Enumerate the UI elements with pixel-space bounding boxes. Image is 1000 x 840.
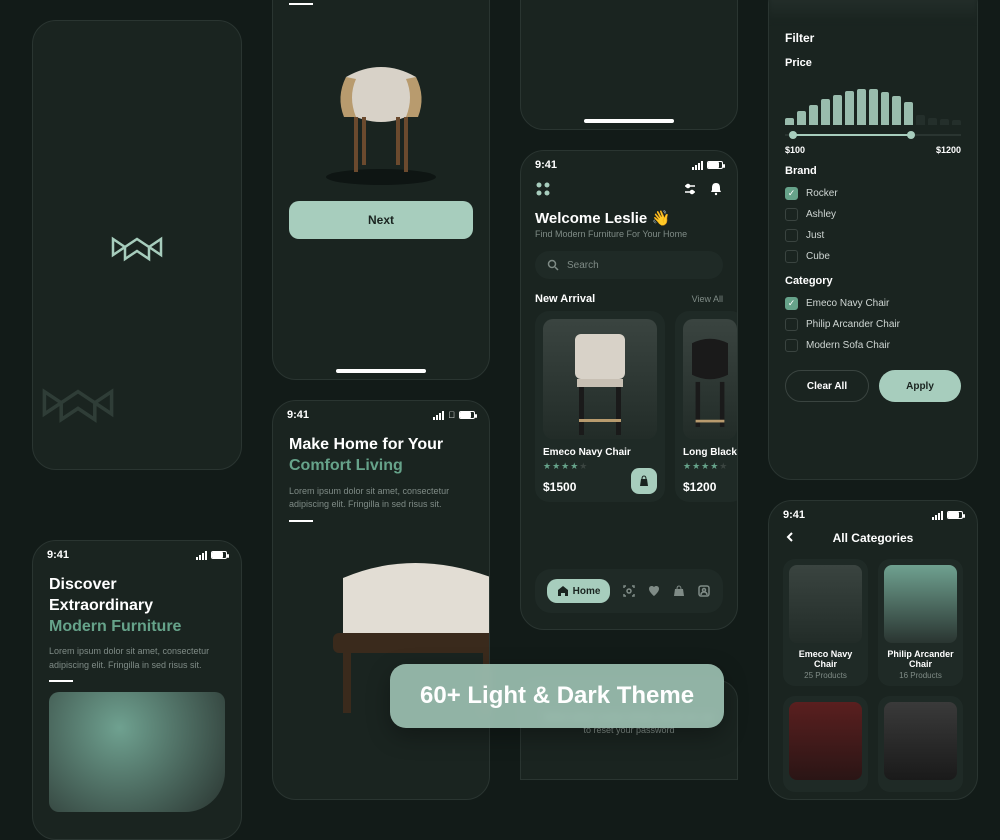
onboarding-screen-2: 9:41 􀙇 Make Home for Your Comfort Living… [272, 400, 490, 800]
back-button[interactable] [783, 530, 797, 547]
wave-emoji-icon: 👋 [651, 209, 670, 227]
product-image [306, 17, 456, 187]
discover-lorem: Lorem ipsum dolor sit amet, consectetur … [33, 645, 241, 672]
clear-all-button[interactable]: Clear All [785, 370, 869, 402]
category-image [789, 565, 862, 643]
status-time: 9:41 [287, 409, 309, 421]
app-logo-icon [109, 225, 165, 265]
home-icon [557, 585, 569, 597]
section-title: New Arrival [535, 293, 595, 305]
category-card[interactable] [783, 696, 868, 792]
product-image [683, 319, 737, 439]
product-rating: ★★★★★ [683, 461, 737, 472]
categories-screen: 9:41 All Categories Emeco Navy Chair 25 … [768, 500, 978, 800]
notification-bell-icon[interactable] [709, 182, 723, 196]
product-name: Emeco Navy Chair [543, 447, 657, 458]
view-all-link[interactable]: View All [692, 294, 723, 304]
register-screen: Don't have an account? Register Now [520, 0, 738, 130]
category-checkbox[interactable]: ✓Emeco Navy Chair [769, 293, 977, 314]
category-card[interactable] [878, 696, 963, 792]
next-button[interactable]: Next [289, 201, 473, 239]
product-card[interactable]: Emeco Navy Chair ★★★★★ $1500 [535, 311, 665, 502]
bottom-tab-bar: Home [535, 569, 723, 613]
discover-screen: 9:41 Discover Extraordinary Modern Furni… [32, 540, 242, 840]
product-card[interactable]: Long Black Chair ★★★★★ $1200 [675, 311, 738, 502]
category-name: Philip Arcander Chair [884, 649, 957, 669]
status-bar: 9:41 [769, 501, 977, 525]
home-screen: 9:41 Welcome Leslie 👋 Find Modern Furnit… [520, 150, 738, 630]
filter-title: Filter [769, 21, 977, 49]
filter-price-label: Price [769, 49, 977, 75]
category-count: 16 Products [884, 671, 957, 680]
app-logo-watermark-icon [39, 372, 117, 428]
tab-home[interactable]: Home [547, 579, 611, 603]
divider [49, 680, 73, 682]
search-icon [547, 259, 559, 271]
status-time: 9:41 [535, 159, 557, 171]
add-to-cart-button[interactable] [631, 468, 657, 494]
category-image [789, 702, 862, 780]
menu-grid-icon[interactable] [535, 181, 551, 197]
onboarding-screen-1: adipiscing elit. Fringilla in sed risus … [272, 0, 490, 380]
theme-banner: 60+ Light & Dark Theme [390, 664, 724, 728]
settings-sliders-icon[interactable] [683, 182, 697, 196]
home-indicator [336, 369, 426, 373]
product-image [543, 319, 657, 439]
category-count: 25 Products [789, 671, 862, 680]
category-card[interactable]: Emeco Navy Chair 25 Products [783, 559, 868, 686]
category-image [884, 702, 957, 780]
status-bar: 9:41 􀙇 [273, 401, 489, 425]
price-min: $100 [785, 145, 805, 155]
tab-cart[interactable] [672, 584, 686, 598]
onboarding-heading: Make Home for Your Comfort Living [273, 435, 489, 477]
filter-brand-label: Brand [769, 157, 977, 183]
welcome-heading: Welcome Leslie 👋 [521, 203, 737, 229]
onboarding-lorem: Lorem ipsum dolor sit amet, consectetur … [273, 485, 489, 512]
product-name: Long Black Chair [683, 447, 737, 458]
status-bar: 9:41 [33, 541, 241, 565]
apply-button[interactable]: Apply [879, 370, 961, 402]
product-image [49, 692, 225, 812]
brand-checkbox[interactable]: Cube [769, 246, 977, 267]
brand-checkbox[interactable]: Ashley [769, 204, 977, 225]
bag-icon [638, 475, 650, 487]
category-checkbox[interactable]: Modern Sofa Chair [769, 335, 977, 356]
price-max: $1200 [936, 145, 961, 155]
status-time: 9:41 [47, 549, 69, 561]
brand-checkbox[interactable]: ✓Rocker [769, 183, 977, 204]
category-name: Emeco Navy Chair [789, 649, 862, 669]
categories-title: All Categories [833, 531, 914, 545]
category-card[interactable]: Philip Arcander Chair 16 Products [878, 559, 963, 686]
brand-checkbox[interactable]: Just [769, 225, 977, 246]
tab-profile[interactable] [697, 584, 711, 598]
price-histogram [769, 75, 977, 125]
chevron-left-icon [783, 530, 797, 544]
product-price: $1200 [683, 480, 737, 494]
filter-screen: Filter Price $100 $1200 Brand ✓Rocker As… [768, 0, 978, 480]
tab-favorites[interactable] [647, 584, 661, 598]
divider [289, 3, 313, 5]
tab-scan[interactable] [622, 584, 636, 598]
filter-category-label: Category [769, 267, 977, 293]
welcome-sub: Find Modern Furniture For Your Home [521, 229, 737, 239]
discover-heading: Discover Extraordinary Modern Furniture [33, 575, 241, 637]
status-time: 9:41 [783, 509, 805, 521]
home-indicator [584, 119, 674, 123]
blur-header [769, 0, 977, 21]
category-image [884, 565, 957, 643]
search-input[interactable]: Search [535, 251, 723, 279]
status-bar: 9:41 [521, 151, 737, 175]
price-range-slider[interactable] [785, 129, 961, 141]
divider [289, 520, 313, 522]
category-checkbox[interactable]: Philip Arcander Chair [769, 314, 977, 335]
